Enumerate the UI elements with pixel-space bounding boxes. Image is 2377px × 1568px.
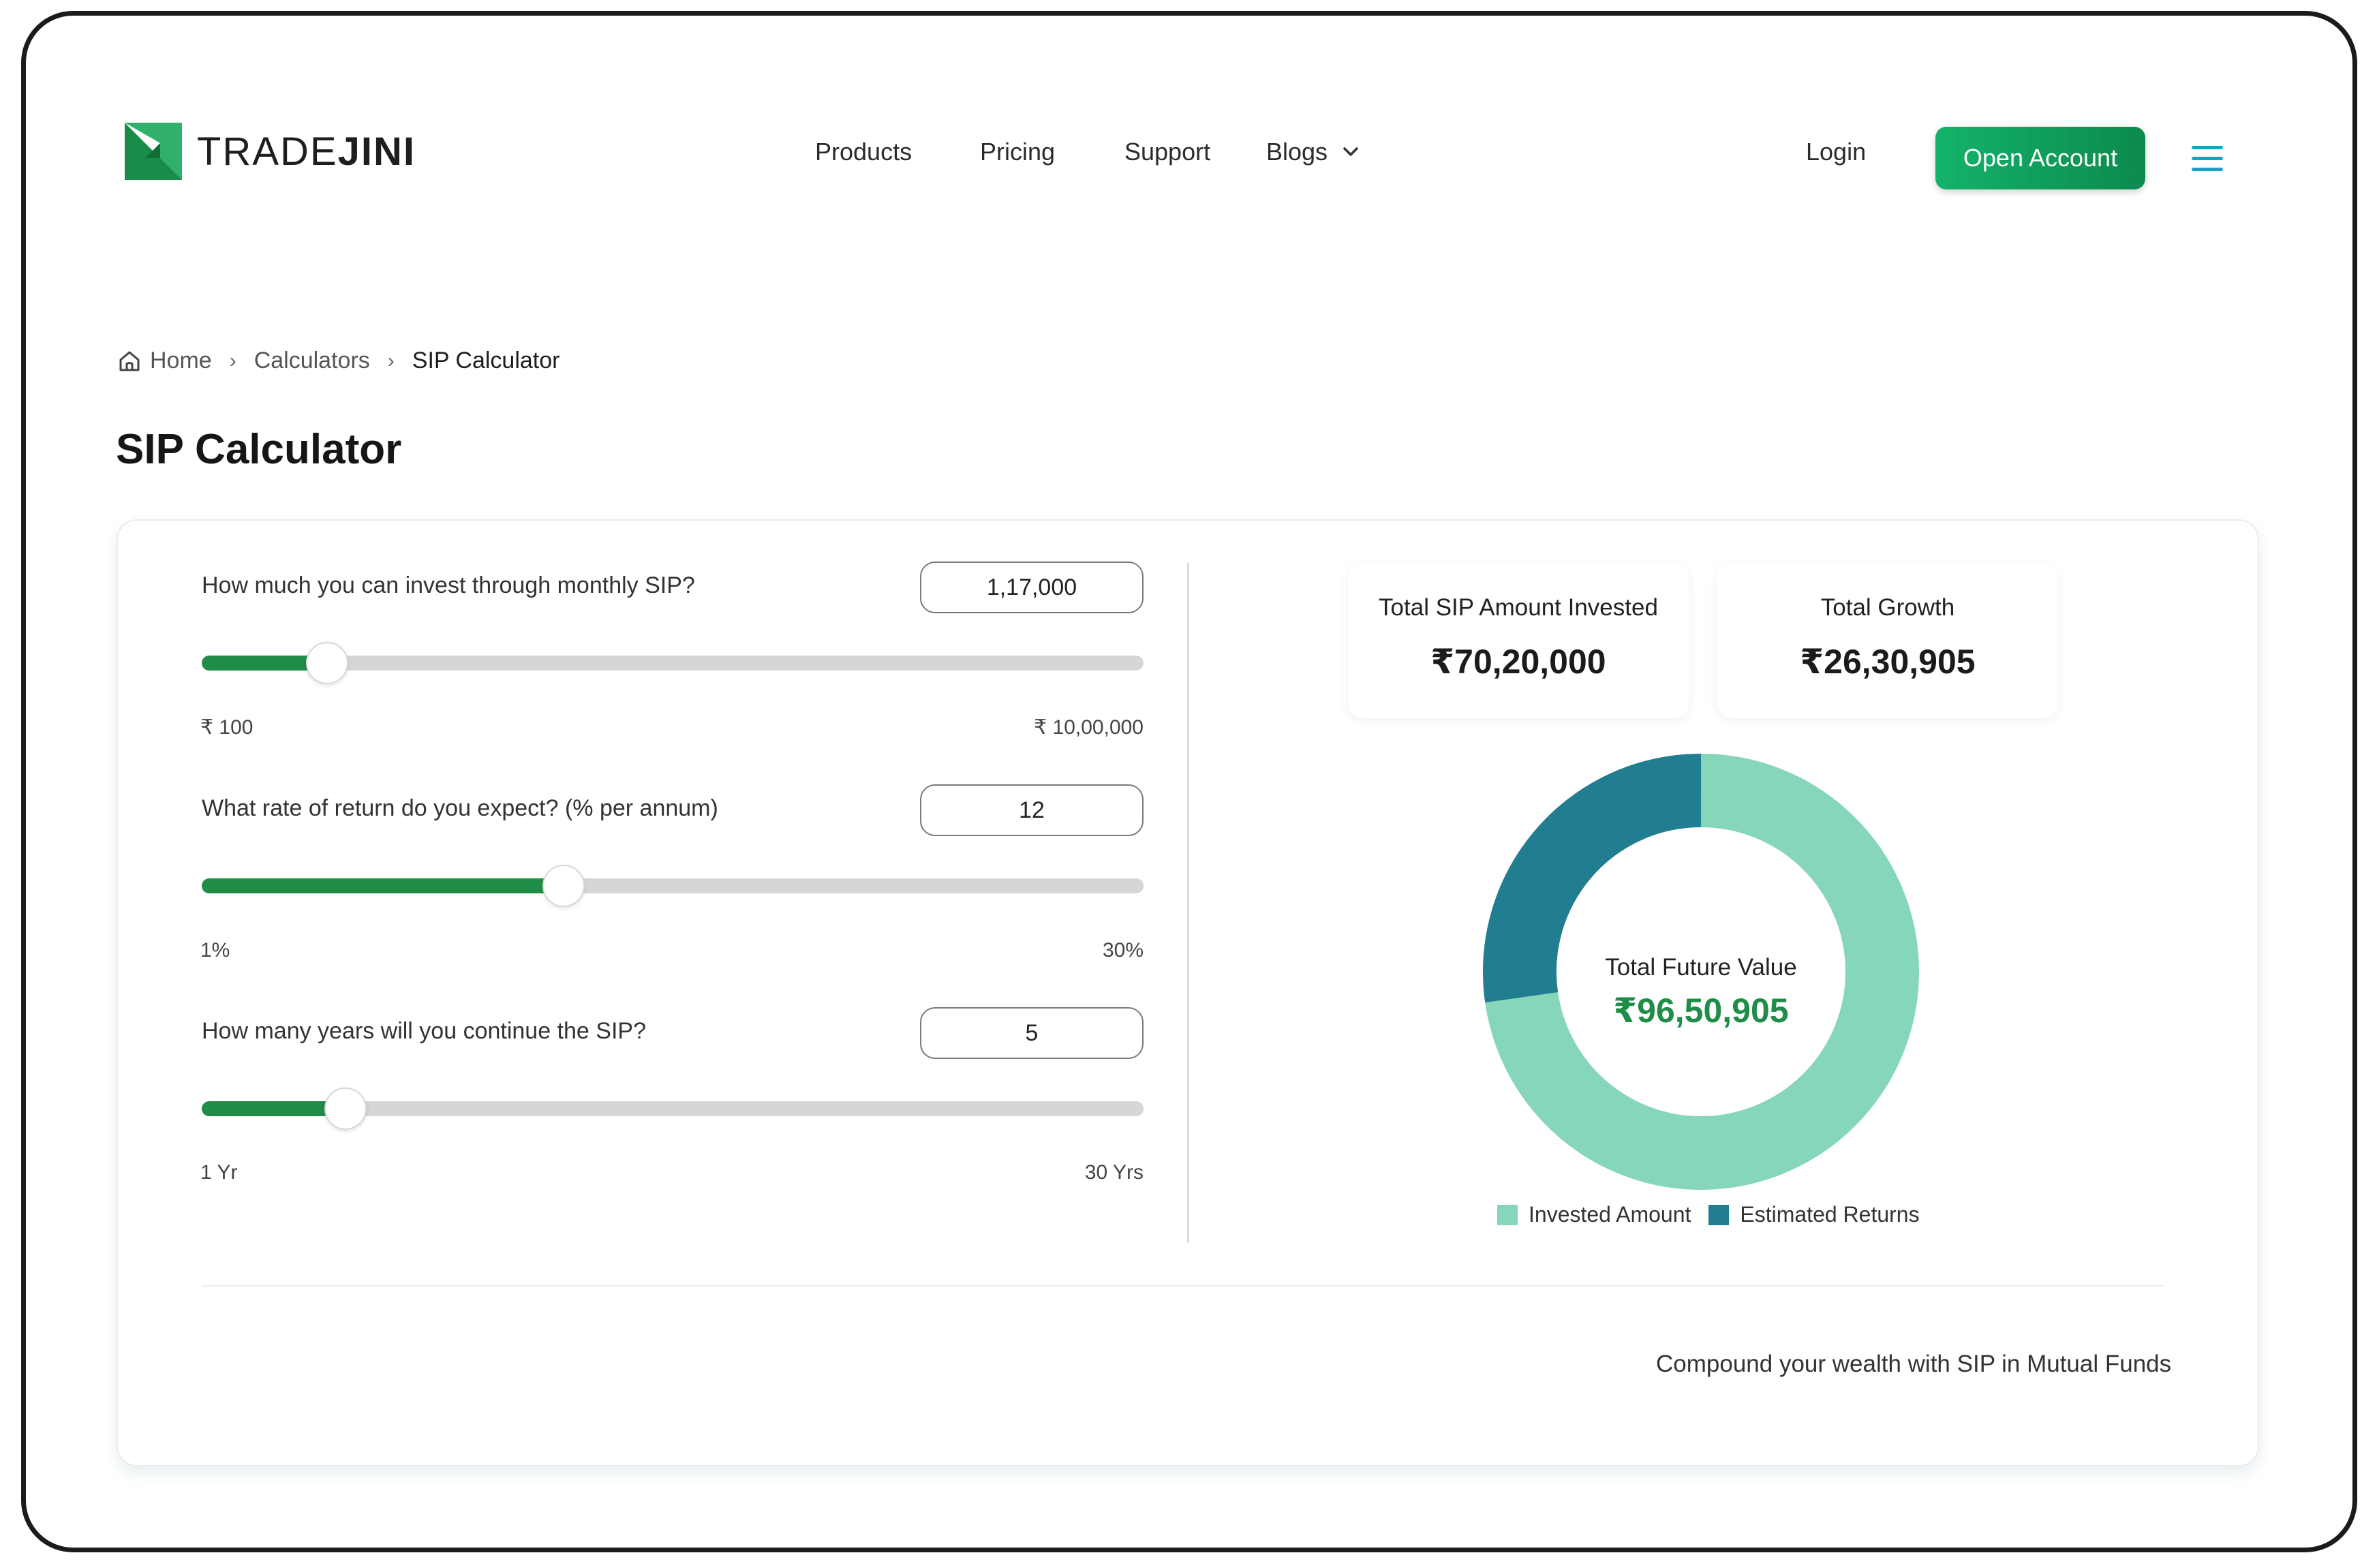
years-question: How many years will you continue the SIP…: [202, 1018, 646, 1044]
breadcrumb-home[interactable]: Home: [150, 348, 212, 374]
sip-amount-input[interactable]: 1,17,000: [920, 562, 1144, 613]
nav-pricing[interactable]: Pricing: [980, 138, 1055, 166]
nav-blogs-label: Blogs: [1266, 138, 1328, 166]
legend-returns: Estimated Returns: [1708, 1202, 1920, 1227]
home-icon: [119, 351, 140, 371]
return-rate-question: What rate of return do you expect? (% pe…: [202, 795, 718, 821]
breadcrumb-current: SIP Calculator: [412, 348, 560, 373]
logo-mark-icon: [125, 123, 182, 180]
donut-center: Total Future Value ₹96,50,905: [1483, 954, 1919, 1030]
slider-handle[interactable]: [305, 642, 348, 684]
tradejini-logo[interactable]: TRADEJINI: [125, 123, 416, 180]
future-value-label: Total Future Value: [1605, 954, 1797, 981]
future-value-amount: ₹96,50,905: [1613, 991, 1789, 1030]
breadcrumb: Home › Calculators › SIP Calculator: [117, 348, 559, 374]
invested-value: ₹70,20,000: [1430, 643, 1606, 681]
slider-handle[interactable]: [542, 865, 585, 907]
legend-swatch-invested: [1497, 1204, 1518, 1225]
sip-tagline: Compound your wealth with SIP in Mutual …: [1656, 1351, 2172, 1377]
nav-products[interactable]: Products: [815, 138, 912, 166]
sip-amount-min: ₹ 100: [200, 716, 254, 739]
sip-amount-slider[interactable]: [202, 642, 1144, 684]
return-rate-min: 1%: [200, 939, 230, 962]
years-max: 30 Yrs: [1084, 1161, 1144, 1184]
growth-label: Total Growth: [1820, 594, 1955, 621]
years-slider[interactable]: [202, 1088, 1144, 1130]
chevron-down-icon: [1343, 147, 1358, 156]
chevron-right-icon: ›: [229, 349, 236, 372]
donut-legend: Invested Amount Estimated Returns: [1497, 1202, 1937, 1227]
growth-value: ₹26,30,905: [1800, 643, 1976, 681]
brand-name: TRADEJINI: [197, 129, 416, 174]
open-account-button[interactable]: Open Account: [1935, 127, 2145, 189]
nav-blogs[interactable]: Blogs: [1266, 138, 1359, 166]
slider-fill: [202, 878, 564, 893]
legend-returns-label: Estimated Returns: [1740, 1202, 1920, 1227]
legend-swatch-returns: [1708, 1204, 1730, 1225]
nav-support[interactable]: Support: [1124, 138, 1210, 166]
return-rate-max: 30%: [1102, 939, 1144, 962]
chevron-right-icon: ›: [387, 349, 395, 372]
login-link[interactable]: Login: [1806, 138, 1866, 166]
return-rate-input[interactable]: 12: [920, 784, 1144, 836]
return-rate-slider[interactable]: [202, 865, 1144, 907]
horizontal-divider: [202, 1285, 2164, 1287]
legend-invested-label: Invested Amount: [1529, 1202, 1691, 1227]
sip-amount-max: ₹ 10,00,000: [1034, 716, 1144, 739]
invested-summary: Total SIP Amount Invested ₹70,20,000: [1348, 563, 1689, 718]
sip-amount-question: How much you can invest through monthly …: [202, 572, 695, 598]
slider-handle[interactable]: [324, 1088, 367, 1130]
invested-label: Total SIP Amount Invested: [1379, 594, 1658, 621]
years-input[interactable]: 5: [920, 1007, 1144, 1059]
growth-summary: Total Growth ₹26,30,905: [1717, 563, 2058, 718]
vertical-divider: [1187, 563, 1189, 1243]
years-min: 1 Yr: [200, 1161, 238, 1184]
hamburger-menu-icon[interactable]: [2192, 146, 2223, 172]
breadcrumb-calculators[interactable]: Calculators: [254, 348, 370, 374]
legend-invested: Invested Amount: [1497, 1202, 1691, 1227]
page-title: SIP Calculator: [116, 426, 402, 473]
